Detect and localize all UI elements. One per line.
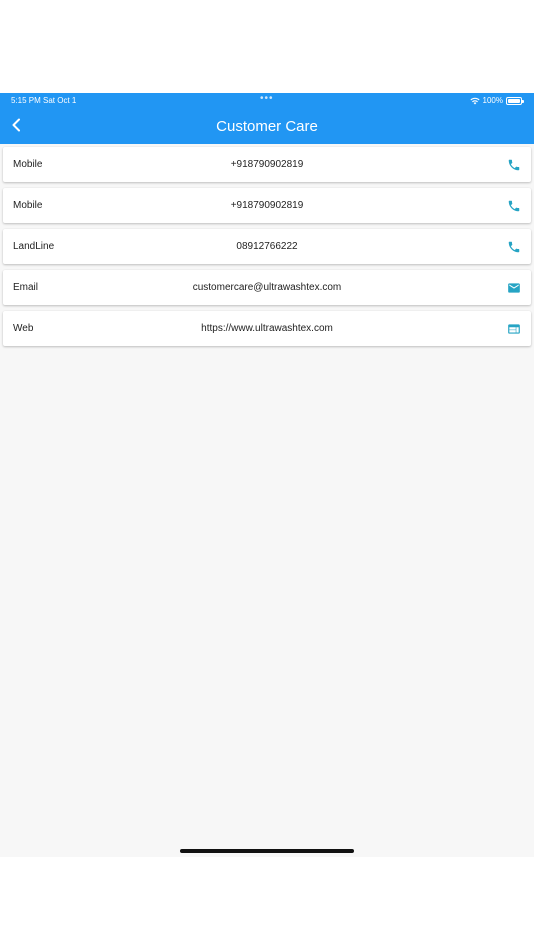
multitasking-dots[interactable]: ••• [260, 93, 274, 104]
contact-row-email[interactable]: Email customercare@ultrawashtex.com [3, 270, 531, 305]
phone-icon[interactable] [506, 198, 522, 214]
contact-value: customercare@ultrawashtex.com [192, 282, 342, 293]
phone-icon[interactable] [506, 157, 522, 173]
page-title: Customer Care [216, 118, 318, 135]
home-indicator[interactable] [180, 849, 354, 853]
contact-row-mobile-2[interactable]: Mobile +918790902819 [3, 188, 531, 223]
contact-row-web[interactable]: Web https://www.ultrawashtex.com [3, 311, 531, 346]
contact-row-landline[interactable]: LandLine 08912766222 [3, 229, 531, 264]
contact-value: https://www.ultrawashtex.com [201, 323, 333, 334]
battery-percent: 100% [482, 96, 503, 105]
mail-icon[interactable] [506, 280, 522, 296]
wifi-icon [469, 97, 480, 104]
app-screen: 5:15 PM Sat Oct 1 ••• 100% Customer Care… [0, 93, 534, 857]
web-icon[interactable] [506, 321, 522, 337]
contact-list: Mobile +918790902819 Mobile +91879090281… [3, 147, 531, 352]
status-right: 100% [469, 96, 524, 105]
status-time: 5:15 PM Sat Oct 1 [11, 96, 77, 105]
contact-value: +918790902819 [230, 200, 304, 211]
contact-value: 08912766222 [236, 241, 298, 252]
app-bar: 5:15 PM Sat Oct 1 ••• 100% Customer Care [0, 93, 534, 144]
contact-value: +918790902819 [230, 159, 304, 170]
phone-icon[interactable] [506, 239, 522, 255]
contact-row-mobile-1[interactable]: Mobile +918790902819 [3, 147, 531, 182]
battery-icon [506, 96, 524, 105]
